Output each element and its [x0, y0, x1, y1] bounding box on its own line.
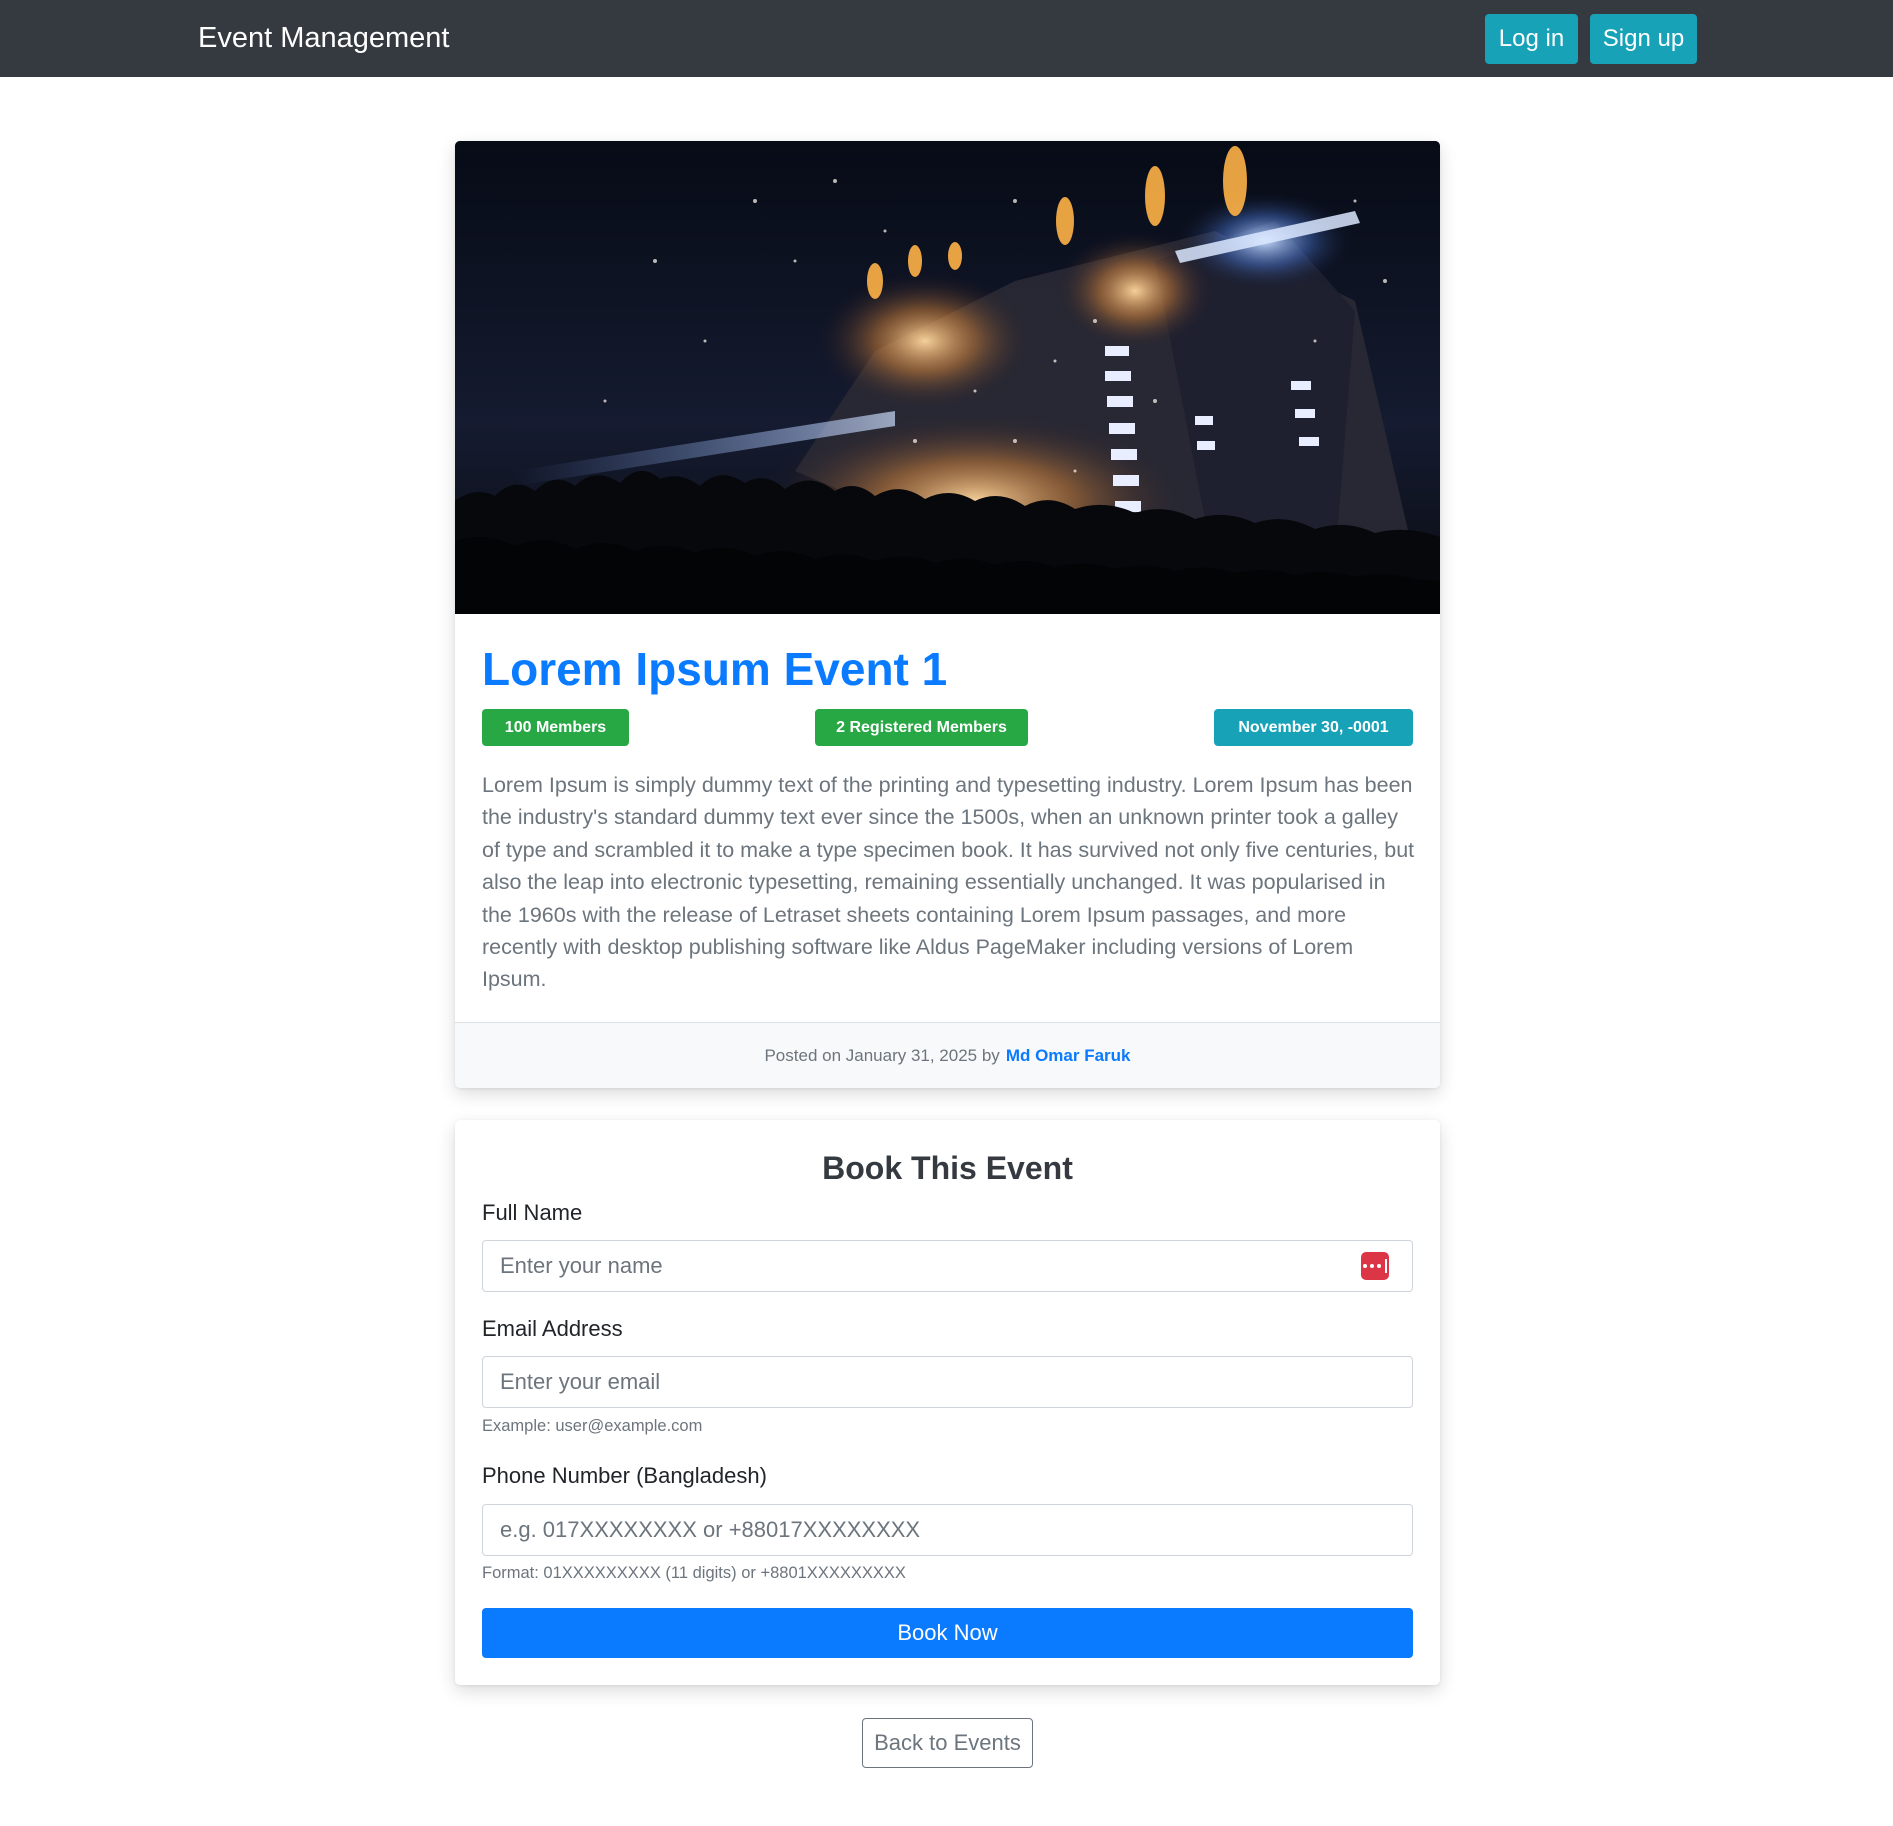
- event-card-footer: Posted on January 31, 2025 by Md Omar Fa…: [455, 1022, 1440, 1088]
- back-to-events-button[interactable]: Back to Events: [862, 1718, 1033, 1768]
- event-image: [455, 141, 1440, 614]
- phone-label: Phone Number (Bangladesh): [482, 1463, 767, 1488]
- email-label: Email Address: [482, 1316, 623, 1341]
- author-link[interactable]: Md Omar Faruk: [1006, 1046, 1131, 1066]
- brand-logo-text[interactable]: Event Management: [198, 20, 449, 57]
- full-name-input[interactable]: [482, 1240, 1413, 1292]
- event-title: Lorem Ipsum Event 1: [482, 643, 948, 695]
- phone-hint: Format: 01XXXXXXXXX (11 digits) or +8801…: [482, 1564, 906, 1582]
- event-card: Lorem Ipsum Event 1 100 Members 2 Regist…: [455, 141, 1440, 1088]
- email-hint: Example: user@example.com: [482, 1417, 703, 1435]
- concert-stage-image: [455, 141, 1440, 614]
- email-input[interactable]: [482, 1356, 1413, 1408]
- event-date-badge: November 30, -0001: [1214, 709, 1413, 746]
- login-button[interactable]: Log in: [1485, 14, 1578, 64]
- event-description: Lorem Ipsum is simply dummy text of the …: [482, 773, 1415, 992]
- registered-members-badge: 2 Registered Members: [815, 709, 1028, 746]
- booking-form-card: Book This Event Full Name Email Address …: [455, 1120, 1440, 1685]
- members-badge: 100 Members: [482, 709, 629, 746]
- posted-on-text: Posted on January 31, 2025 by: [764, 1045, 1000, 1065]
- password-manager-icon[interactable]: [1361, 1252, 1389, 1280]
- phone-input[interactable]: [482, 1504, 1413, 1556]
- signup-button[interactable]: Sign up: [1590, 14, 1697, 64]
- booking-title: Book This Event: [822, 1150, 1073, 1186]
- full-name-label: Full Name: [482, 1200, 583, 1225]
- navbar: Event Management Log in Sign up: [0, 0, 1893, 77]
- book-now-button[interactable]: Book Now: [482, 1608, 1413, 1658]
